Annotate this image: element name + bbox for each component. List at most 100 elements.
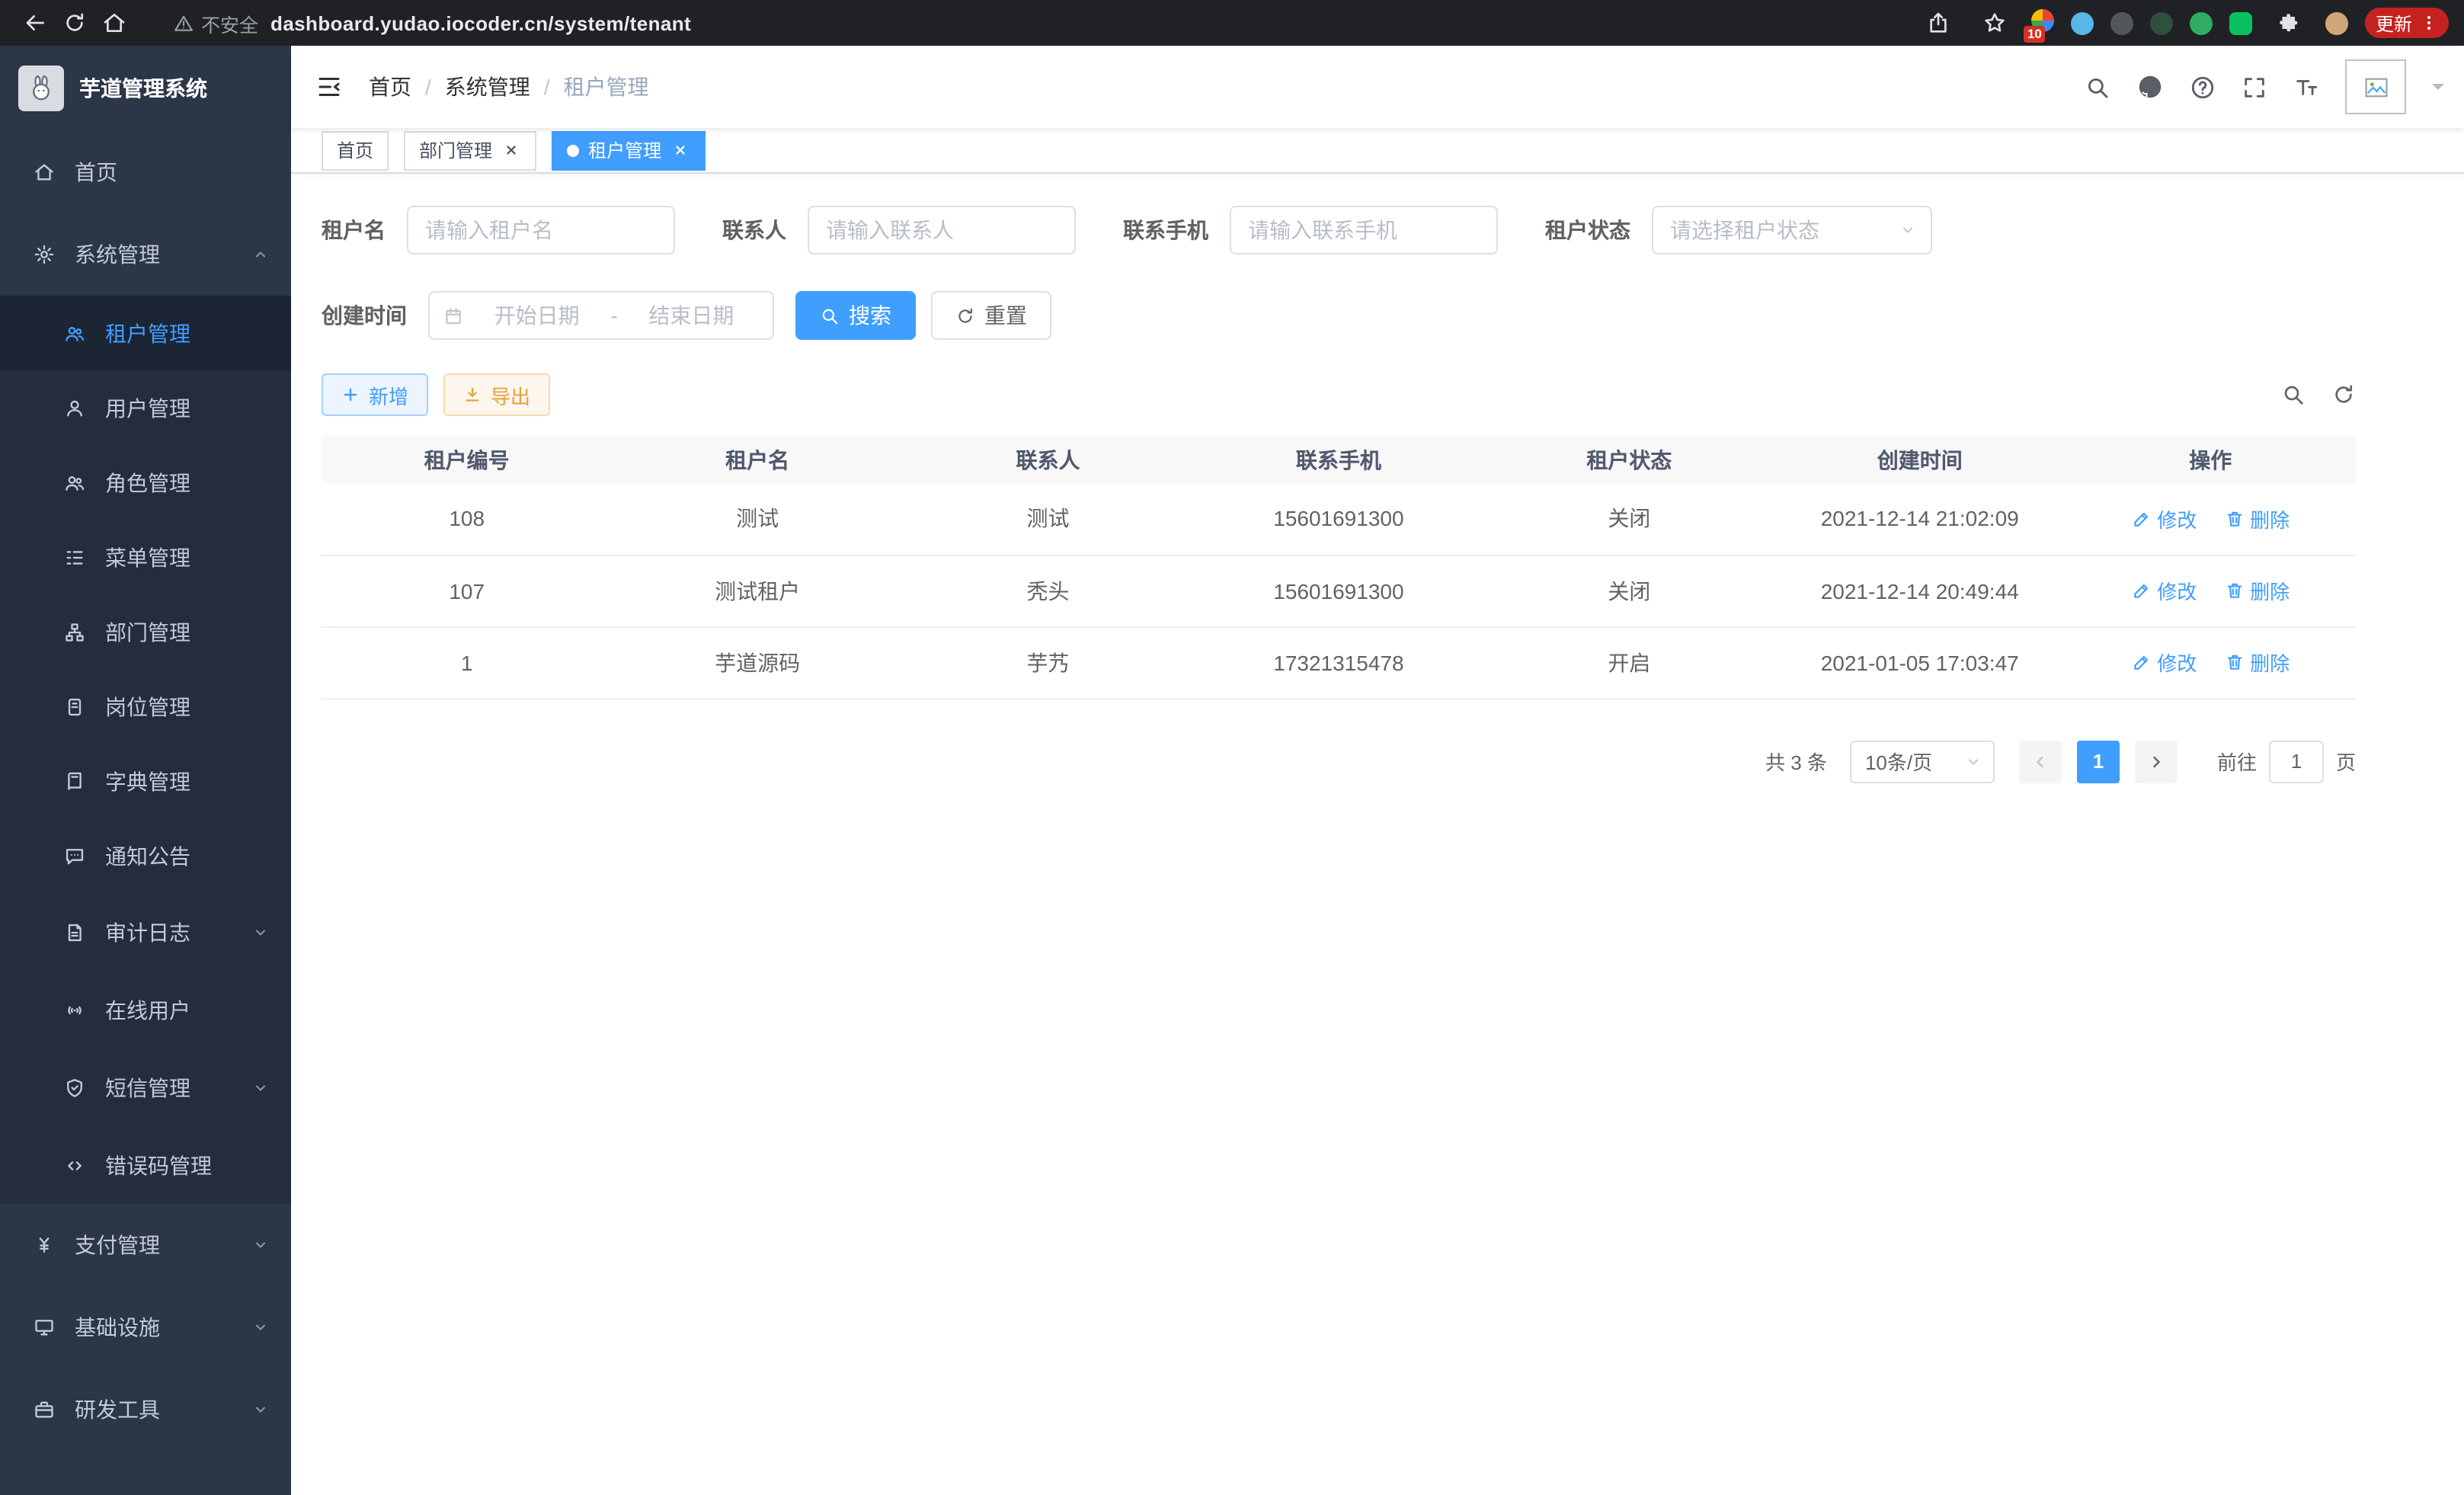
browser-profile-avatar[interactable] bbox=[2325, 11, 2348, 34]
sidebar-item-role[interactable]: 角色管理 bbox=[0, 445, 291, 520]
tenant-name-input[interactable] bbox=[407, 206, 675, 255]
address-bar[interactable]: 不安全 dashboard.yudao.iocoder.cn/system/te… bbox=[174, 8, 691, 37]
page-number-1[interactable]: 1 bbox=[2077, 740, 2120, 783]
chevron-right-icon bbox=[2147, 752, 2165, 770]
reset-button[interactable]: 重置 bbox=[931, 291, 1051, 340]
pagination-total: 共 3 条 bbox=[1765, 747, 1827, 776]
delete-label: 删除 bbox=[2250, 504, 2290, 533]
search-button[interactable]: 搜索 bbox=[795, 291, 916, 340]
chevron-down-icon bbox=[251, 1236, 270, 1254]
back-button[interactable] bbox=[15, 3, 55, 43]
sidebar-item-payment[interactable]: 支付管理 bbox=[0, 1204, 291, 1286]
tab-close-icon[interactable] bbox=[501, 140, 521, 160]
extension-colorful[interactable]: 10 bbox=[2031, 9, 2054, 37]
avatar-dropdown-caret[interactable] bbox=[2432, 84, 2444, 96]
reload-button[interactable] bbox=[55, 3, 94, 43]
update-button[interactable]: 更新 bbox=[2365, 8, 2449, 38]
sidebar-item-post[interactable]: 岗位管理 bbox=[0, 669, 291, 744]
document-icon bbox=[64, 921, 85, 943]
home-button[interactable] bbox=[94, 3, 134, 43]
delete-link[interactable]: 删除 bbox=[2224, 648, 2290, 677]
tab-close-icon[interactable] bbox=[670, 140, 690, 160]
sidebar-item-infra[interactable]: 基础设施 bbox=[0, 1286, 291, 1369]
extension-greensquare-icon[interactable] bbox=[2229, 11, 2252, 34]
extension-darkgreen-icon[interactable] bbox=[2150, 11, 2173, 34]
app-logo[interactable]: 芋道管理系统 bbox=[0, 46, 291, 131]
user-avatar[interactable] bbox=[2345, 59, 2406, 114]
delete-label: 删除 bbox=[2250, 576, 2290, 605]
browser-chrome: 不安全 dashboard.yudao.iocoder.cn/system/te… bbox=[0, 0, 2464, 46]
security-warning[interactable]: 不安全 bbox=[174, 8, 258, 37]
extension-dark-icon[interactable] bbox=[2110, 11, 2133, 34]
sidebar-item-notice[interactable]: 通知公告 bbox=[0, 818, 291, 893]
col-phone: 联系手机 bbox=[1193, 436, 1483, 483]
sidebar-item-home[interactable]: 首页 bbox=[0, 131, 291, 213]
edit-label: 修改 bbox=[2157, 504, 2197, 533]
cell-contact: 测试 bbox=[903, 483, 1193, 555]
sidebar-item-dept[interactable]: 部门管理 bbox=[0, 594, 291, 669]
sidebar-item-tenant[interactable]: 租户管理 bbox=[0, 296, 291, 370]
sidebar-item-label: 角色管理 bbox=[105, 467, 190, 498]
delete-label: 删除 bbox=[2250, 648, 2290, 677]
goto-page-input[interactable] bbox=[2269, 740, 2324, 783]
extension-green-icon[interactable] bbox=[2190, 11, 2213, 34]
edit-link[interactable]: 修改 bbox=[2131, 576, 2197, 605]
extension-blue-icon[interactable] bbox=[2071, 11, 2094, 34]
sidebar-collapse-button[interactable] bbox=[315, 73, 343, 101]
chevron-down-icon bbox=[1964, 752, 1982, 770]
extensions-menu-button[interactable] bbox=[2269, 3, 2309, 43]
add-button[interactable]: 新增 bbox=[322, 373, 428, 416]
sidebar-item-online-users[interactable]: 在线用户 bbox=[0, 971, 291, 1048]
toggle-search-button[interactable] bbox=[2281, 383, 2306, 407]
contact-input[interactable] bbox=[808, 206, 1076, 255]
share-button[interactable] bbox=[1918, 3, 1958, 43]
tab-dept[interactable]: 部门管理 bbox=[404, 130, 536, 170]
refresh-table-button[interactable] bbox=[2331, 383, 2356, 407]
status-select[interactable]: 请选择租户状态 bbox=[1652, 206, 1932, 255]
sidebar-item-user[interactable]: 用户管理 bbox=[0, 370, 291, 445]
breadcrumb-separator: / bbox=[425, 75, 431, 99]
gear-icon bbox=[34, 244, 55, 265]
page-unit-label: 页 bbox=[2336, 747, 2356, 776]
sidebar-item-dict[interactable]: 字典管理 bbox=[0, 744, 291, 818]
sidebar-item-label: 短信管理 bbox=[105, 1072, 190, 1103]
github-button[interactable] bbox=[2136, 73, 2164, 101]
breadcrumb-home[interactable]: 首页 bbox=[369, 72, 411, 102]
add-button-label: 新增 bbox=[369, 380, 408, 409]
sidebar-item-label: 错误码管理 bbox=[105, 1150, 212, 1180]
sidebar-item-sms[interactable]: 短信管理 bbox=[0, 1048, 291, 1126]
sidebar-item-audit-log[interactable]: 审计日志 bbox=[0, 893, 291, 971]
sidebar-item-menu[interactable]: 菜单管理 bbox=[0, 520, 291, 594]
prev-page-button[interactable] bbox=[2019, 740, 2062, 783]
delete-link[interactable]: 删除 bbox=[2224, 576, 2290, 605]
font-size-icon bbox=[2293, 74, 2319, 100]
bookmark-button[interactable] bbox=[1975, 3, 2014, 43]
date-range-picker[interactable]: 开始日期 - 结束日期 bbox=[428, 291, 774, 340]
next-page-button[interactable] bbox=[2135, 740, 2178, 783]
sidebar-item-error-code[interactable]: 错误码管理 bbox=[0, 1126, 291, 1204]
status-select-placeholder: 请选择租户状态 bbox=[1670, 215, 1819, 245]
security-label: 不安全 bbox=[201, 8, 258, 37]
system-submenu: 租户管理 用户管理 角色管理 菜单管理 部门管理 bbox=[0, 296, 291, 1204]
help-button[interactable] bbox=[2190, 74, 2216, 100]
cell-id: 108 bbox=[322, 483, 612, 555]
end-date-placeholder: 结束日期 bbox=[624, 300, 759, 331]
header-search-button[interactable] bbox=[2085, 74, 2110, 100]
sidebar-item-system[interactable]: 系统管理 bbox=[0, 213, 291, 296]
edit-link[interactable]: 修改 bbox=[2131, 648, 2197, 677]
phone-input[interactable] bbox=[1230, 206, 1498, 255]
edit-link[interactable]: 修改 bbox=[2131, 504, 2197, 533]
browser-right-cluster: 10 更新 bbox=[1918, 3, 2449, 43]
cell-created: 2021-12-14 21:02:09 bbox=[1774, 483, 2065, 555]
tab-home[interactable]: 首页 bbox=[322, 130, 389, 170]
sidebar-item-devtools[interactable]: 研发工具 bbox=[0, 1369, 291, 1451]
breadcrumb-system[interactable]: 系统管理 bbox=[445, 72, 530, 102]
export-button[interactable]: 导出 bbox=[443, 373, 550, 416]
page-size-select[interactable]: 10条/页 bbox=[1850, 740, 1995, 783]
font-size-button[interactable] bbox=[2293, 74, 2319, 100]
delete-link[interactable]: 删除 bbox=[2224, 504, 2290, 533]
table-toolbar: 新增 导出 bbox=[322, 373, 2356, 416]
user-icon bbox=[64, 397, 85, 418]
tab-tenant[interactable]: 租户管理 bbox=[552, 130, 706, 170]
fullscreen-button[interactable] bbox=[2242, 74, 2267, 100]
